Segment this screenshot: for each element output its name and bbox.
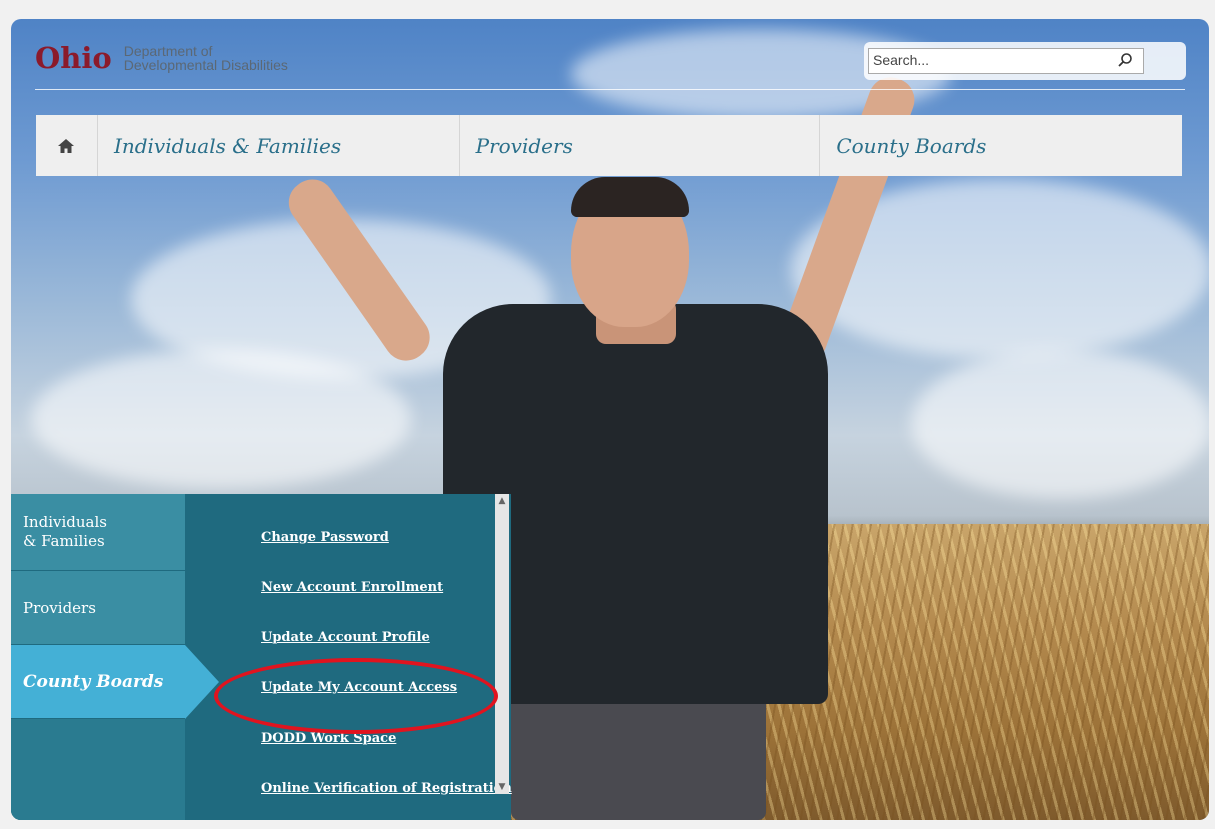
link-change-password[interactable]: Change Password	[261, 530, 389, 545]
nav-county-boards[interactable]: County Boards	[820, 115, 1182, 176]
site-logo[interactable]: Ohio Department of Developmental Disabil…	[35, 41, 288, 75]
category-county-boards[interactable]: County Boards	[11, 645, 185, 719]
category-individuals-families[interactable]: Individuals & Families	[11, 494, 185, 571]
scroll-down-arrow-icon[interactable]: ▼	[495, 780, 509, 794]
header-divider	[35, 89, 1185, 90]
category-empty	[11, 719, 185, 820]
scroll-up-arrow-icon[interactable]: ▲	[495, 494, 509, 508]
home-icon	[58, 138, 75, 153]
cloud	[31, 349, 411, 489]
hero-frame: Ohio Department of Developmental Disabil…	[11, 19, 1209, 820]
active-category-arrow	[185, 645, 219, 719]
highlight-ellipse	[214, 658, 498, 734]
home-button[interactable]	[36, 115, 98, 176]
main-nav: Individuals & Families Providers County …	[36, 115, 1182, 176]
search-input[interactable]: Search...	[868, 48, 1144, 74]
menu-scrollbar[interactable]: ▲ ▼	[495, 494, 509, 794]
logo-ohio: Ohio	[35, 41, 112, 75]
search-container: Search...	[864, 42, 1186, 80]
link-update-account-profile[interactable]: Update Account Profile	[261, 630, 430, 645]
nav-providers[interactable]: Providers	[460, 115, 821, 176]
link-online-verification[interactable]: Online Verification of Registration	[261, 781, 512, 796]
person-hair	[571, 177, 689, 217]
account-menu-panel: Individuals & Families Providers County B…	[11, 494, 512, 820]
category-label: Individuals & Families	[23, 513, 107, 550]
cloud	[911, 349, 1209, 499]
category-providers[interactable]: Providers	[11, 571, 185, 645]
logo-department: Department of Developmental Disabilities	[124, 44, 288, 72]
link-new-account-enrollment[interactable]: New Account Enrollment	[261, 580, 443, 595]
search-icon[interactable]	[1116, 52, 1134, 70]
nav-individuals-families[interactable]: Individuals & Families	[98, 115, 460, 176]
dept-line-2: Developmental Disabilities	[123, 57, 288, 73]
